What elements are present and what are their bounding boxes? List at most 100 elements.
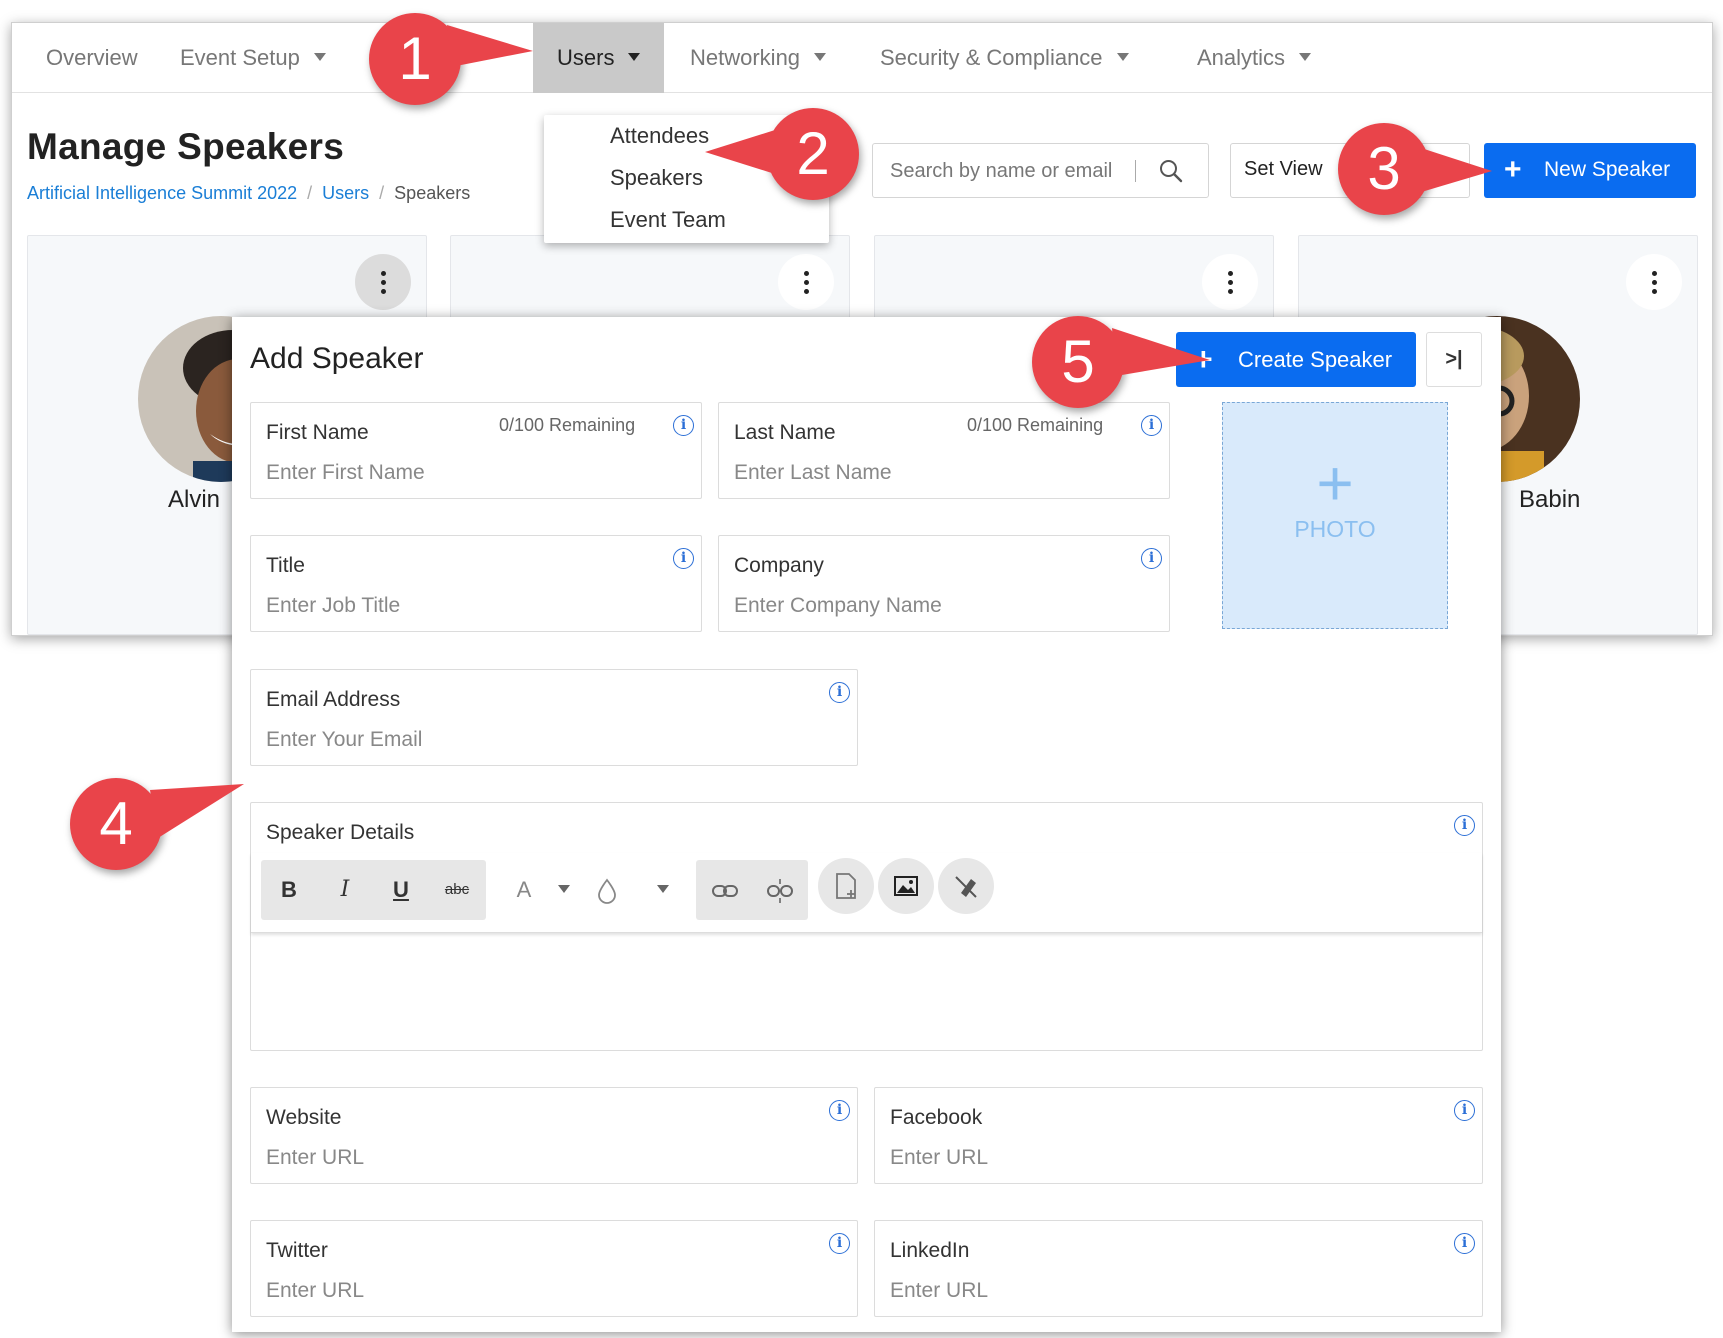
more-options-icon[interactable]	[1626, 254, 1682, 310]
breadcrumb-separator: /	[307, 183, 313, 203]
facebook-field[interactable]: Facebook i Enter URL	[874, 1087, 1483, 1184]
facebook-input[interactable]: Enter URL	[890, 1146, 988, 1170]
more-options-icon[interactable]	[778, 254, 834, 310]
collapse-panel-button[interactable]: >|	[1426, 332, 1482, 387]
company-field[interactable]: Company i Enter Company Name	[718, 535, 1170, 632]
twitter-input[interactable]: Enter URL	[266, 1279, 364, 1303]
speaker-details-editor: Speaker Details i B I U abc A	[250, 802, 1483, 1051]
callout-4-number: 4	[99, 790, 133, 857]
website-input[interactable]: Enter URL	[266, 1146, 364, 1170]
callout-1-number: 1	[398, 25, 432, 92]
bold-icon[interactable]: B	[261, 860, 317, 920]
menu-item-event-team[interactable]: Event Team	[610, 207, 726, 233]
nav-security-compliance[interactable]: Security & Compliance	[880, 23, 1129, 93]
search-icon[interactable]	[1158, 158, 1184, 184]
info-icon[interactable]: i	[1454, 1100, 1475, 1121]
top-navigation: Overview Event Setup Users Networking Se…	[12, 23, 1712, 93]
last-name-remaining: 0/100 Remaining	[967, 415, 1104, 435]
new-speaker-button[interactable]: + New Speaker	[1484, 143, 1696, 198]
callout-5-number: 5	[1061, 328, 1095, 395]
info-icon[interactable]: i	[673, 548, 694, 569]
caret-down-icon[interactable]	[558, 885, 570, 893]
more-options-icon[interactable]	[1202, 254, 1258, 310]
website-label: Website	[266, 1106, 342, 1129]
breadcrumb-separator: /	[379, 183, 385, 203]
caret-down-icon	[628, 53, 641, 62]
create-speaker-button[interactable]: + Create Speaker	[1176, 332, 1416, 387]
breadcrumb-users[interactable]: Users	[322, 183, 369, 203]
company-input[interactable]: Enter Company Name	[734, 594, 942, 618]
underline-icon[interactable]: U	[373, 860, 429, 920]
linkedin-label: LinkedIn	[890, 1239, 970, 1262]
search-divider	[1135, 160, 1136, 182]
info-icon[interactable]: i	[829, 1233, 850, 1254]
search-input[interactable]: Search by name or email	[872, 143, 1209, 198]
last-name-label: Last Name	[734, 421, 836, 444]
font-color-icon[interactable]: A	[496, 860, 552, 920]
insert-image-icon[interactable]	[893, 875, 919, 897]
breadcrumb: Artificial Intelligence Summit 2022 / User…	[27, 183, 470, 204]
unlink-icon[interactable]	[766, 877, 794, 905]
breadcrumb-event[interactable]: Artificial Intelligence Summit 2022	[27, 183, 297, 203]
insert-file-icon[interactable]	[833, 872, 859, 900]
new-speaker-label: New Speaker	[1544, 158, 1671, 181]
speaker-details-label: Speaker Details	[266, 821, 415, 844]
nav-users[interactable]: Users	[533, 23, 665, 93]
clear-format-icon[interactable]	[952, 873, 980, 901]
fill-color-icon[interactable]	[596, 877, 618, 905]
website-field[interactable]: Website i Enter URL	[250, 1087, 858, 1184]
first-name-remaining: 0/100 Remaining	[499, 415, 636, 435]
menu-item-attendees[interactable]: Attendees	[610, 123, 709, 149]
first-name-field[interactable]: First Name 0/100 Remaining i Enter First…	[250, 402, 702, 499]
callout-3-number: 3	[1367, 135, 1401, 202]
strikethrough-icon[interactable]: abc	[429, 860, 485, 920]
add-photo-icon: +	[1316, 447, 1354, 519]
info-icon[interactable]: i	[829, 682, 850, 703]
title-field[interactable]: Title i Enter Job Title	[250, 535, 702, 632]
nav-event-setup[interactable]: Event Setup	[180, 23, 326, 93]
photo-upload[interactable]: + PHOTO	[1222, 402, 1448, 629]
create-speaker-label: Create Speaker	[1238, 347, 1393, 372]
info-icon[interactable]: i	[1454, 815, 1475, 836]
info-icon[interactable]: i	[1141, 415, 1162, 436]
caret-down-icon	[1299, 53, 1312, 62]
italic-icon[interactable]: I	[317, 860, 373, 920]
speaker-name: Alvin	[168, 486, 221, 513]
info-icon[interactable]: i	[829, 1100, 850, 1121]
search-placeholder: Search by name or email	[890, 160, 1113, 182]
plus-icon: +	[1504, 153, 1522, 186]
facebook-label: Facebook	[890, 1106, 983, 1129]
callout-5: 5	[1032, 316, 1210, 408]
speaker-details-textarea[interactable]	[251, 935, 1482, 1050]
twitter-field[interactable]: Twitter i Enter URL	[250, 1220, 858, 1317]
info-icon[interactable]: i	[673, 415, 694, 436]
title-input[interactable]: Enter Job Title	[266, 594, 400, 618]
company-label: Company	[734, 554, 824, 577]
photo-label: PHOTO	[1294, 516, 1376, 542]
linkedin-input[interactable]: Enter URL	[890, 1279, 988, 1303]
linkedin-field[interactable]: LinkedIn i Enter URL	[874, 1220, 1483, 1317]
last-name-input[interactable]: Enter Last Name	[734, 461, 892, 485]
nav-overview[interactable]: Overview	[46, 23, 138, 93]
nav-analytics-label: Analytics	[1197, 45, 1286, 70]
nav-networking[interactable]: Networking	[690, 23, 827, 93]
link-icon[interactable]	[711, 879, 739, 903]
info-icon[interactable]: i	[1141, 548, 1162, 569]
first-name-input[interactable]: Enter First Name	[266, 461, 425, 485]
caret-down-icon[interactable]	[657, 885, 669, 893]
email-input[interactable]: Enter Your Email	[266, 728, 422, 752]
twitter-label: Twitter	[266, 1239, 328, 1262]
caret-down-icon	[814, 53, 827, 62]
last-name-field[interactable]: Last Name 0/100 Remaining i Enter Last N…	[718, 402, 1170, 499]
speaker-name: Babin	[1519, 486, 1581, 513]
info-icon[interactable]: i	[1454, 1233, 1475, 1254]
page-title: Manage Speakers	[27, 126, 345, 167]
menu-item-speakers[interactable]: Speakers	[610, 165, 703, 191]
callout-3: 3	[1338, 123, 1492, 215]
nav-analytics[interactable]: Analytics	[1197, 23, 1312, 93]
email-field[interactable]: Email Address i Enter Your Email	[250, 669, 858, 766]
caret-down-icon	[313, 53, 326, 62]
callout-2: 2	[705, 108, 859, 200]
more-options-icon[interactable]	[355, 254, 411, 310]
breadcrumb-speakers: Speakers	[394, 183, 471, 203]
